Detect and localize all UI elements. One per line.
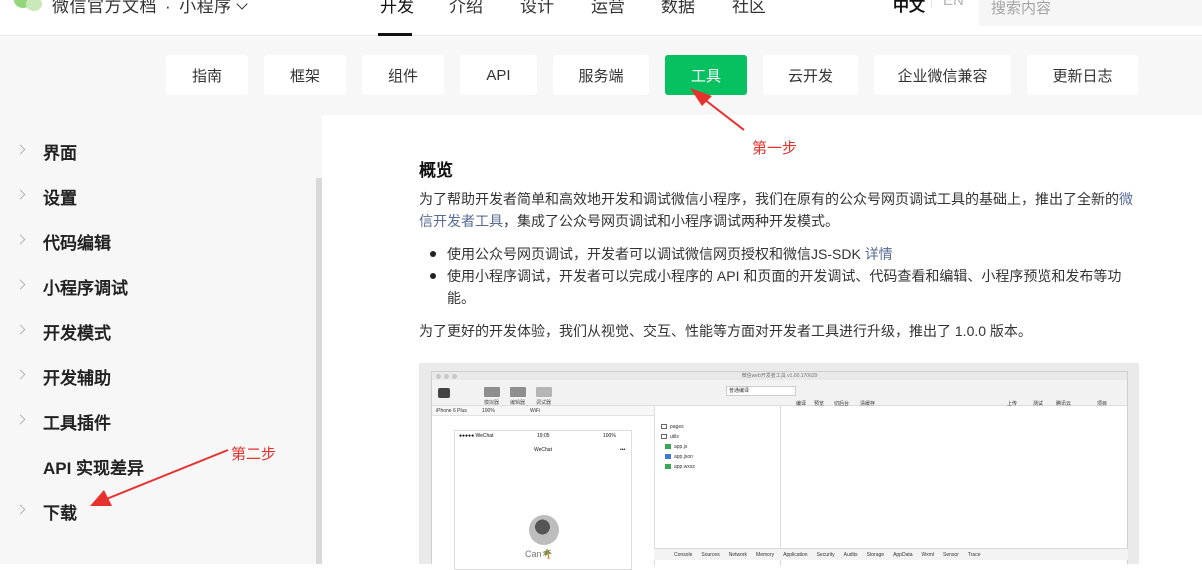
debugger-icon <box>536 387 552 397</box>
json-file-icon <box>665 454 671 460</box>
sidebar-item-label: 代码编辑 <box>43 233 111 253</box>
sidebar-item-dev-assist[interactable]: 开发辅助 <box>0 361 300 391</box>
tab-changelog[interactable]: 更新日志 <box>1027 55 1138 95</box>
lang-zh-link[interactable]: 中文 <box>893 0 925 16</box>
nav-item-dev[interactable]: 开发 <box>380 0 414 17</box>
folder-icon <box>661 434 667 440</box>
sidebar-item-label: 工具插件 <box>43 413 111 433</box>
search-input[interactable] <box>979 0 1202 26</box>
intro-paragraph: 为了帮助开发者简单和高效地开发和调试微信小程序，我们在原有的公众号网页调试工具的… <box>419 191 1133 229</box>
chevron-right-icon <box>15 324 26 335</box>
step1-label: 第一步 <box>752 140 798 157</box>
tab-cloud[interactable]: 云开发 <box>763 55 858 95</box>
tab-server[interactable]: 服务端 <box>553 55 649 95</box>
sidebar-item-download[interactable]: 下载 <box>0 496 300 526</box>
folder-icon <box>661 424 667 430</box>
tab-api[interactable]: API <box>460 55 537 95</box>
weixin-logo-icon[interactable] <box>10 0 44 14</box>
nav-item-data[interactable]: 数据 <box>661 0 695 17</box>
sidebar-item-label: 下载 <box>43 503 77 523</box>
nav-item-intro[interactable]: 介绍 <box>449 0 483 17</box>
tab-components[interactable]: 组件 <box>362 55 444 95</box>
sidebar-item-label: 开发模式 <box>43 323 111 343</box>
compile-mode-select: 普通编译 <box>726 386 796 396</box>
editor-icon <box>510 387 526 397</box>
sidebar-item-code-edit[interactable]: 代码编辑 <box>0 226 300 256</box>
file-item: pages <box>661 424 684 430</box>
chevron-right-icon <box>15 369 26 380</box>
tab-wework-compat[interactable]: 企业微信兼容 <box>874 55 1011 95</box>
file-item: app.wxss <box>665 464 695 470</box>
page-title: 概览 <box>419 161 453 180</box>
nav-item-operate[interactable]: 运营 <box>591 0 625 17</box>
window-minimize-icon <box>444 374 449 379</box>
sidebar-item-ui[interactable]: 界面 <box>0 136 300 166</box>
wxss-file-icon <box>665 464 671 470</box>
list-item: 使用小程序调试，开发者可以完成小程序的 API 和页面的开发调试、代码查看和编辑… <box>447 268 1122 306</box>
list-item: 使用公众号网页调试，开发者可以调试微信网页授权和微信JS-SDK 详情 <box>447 246 893 262</box>
devtools-tabbar: Console Sources Network Memory Application Se… <box>654 548 1128 560</box>
version-paragraph: 为了更好的开发体验，我们从视觉、交互、性能等方面对开发者工具进行升级，推出了 1… <box>419 323 1032 339</box>
chevron-right-icon <box>15 504 26 515</box>
file-tree-panel: pages utils app.js app.json app.wxss <box>654 406 781 566</box>
sidebar-item-plugins[interactable]: 工具插件 <box>0 406 300 436</box>
chevron-right-icon <box>15 279 26 290</box>
ide-window: 微信web开发者工具 v1.00.170629 模拟器 编辑器 调试器 普通编译… <box>431 371 1128 570</box>
avatar <box>529 515 559 545</box>
ide-toolbar: 模拟器 编辑器 调试器 普通编译 编译 预览 切后台 清缓存 上传 测试 腾讯云… <box>432 380 1127 407</box>
lang-divider <box>931 0 932 8</box>
window-close-icon <box>436 374 441 379</box>
js-file-icon <box>665 444 671 450</box>
lang-en-link[interactable]: EN <box>943 0 964 9</box>
tab-tools[interactable]: 工具 <box>665 55 747 95</box>
device-select-row: iPhone 6 Plus 100% WiFi <box>432 406 654 416</box>
sidebar-item-label: API 实现差异 <box>43 458 145 478</box>
sidebar-item-label: 设置 <box>43 188 77 208</box>
file-item: app.json <box>665 454 693 460</box>
sidebar-item-label: 小程序调试 <box>43 278 128 298</box>
bullet-dot <box>430 251 438 259</box>
ide-titlebar: 微信web开发者工具 v1.00.170629 <box>432 372 1127 380</box>
phone-simulator: ●●●●● WeChat 19:05 100% WeChat ••• Can🌴 <box>454 430 632 570</box>
tab-framework[interactable]: 框架 <box>264 55 346 95</box>
chevron-right-icon <box>15 189 26 200</box>
site-title[interactable]: 微信官方文档 · 小程序 <box>52 0 248 17</box>
sub-navbar: 指南 框架 组件 API 服务端 工具 云开发 企业微信兼容 更新日志 <box>0 37 1202 115</box>
step2-label: 第二步 <box>231 446 277 463</box>
active-nav-indicator <box>378 33 412 36</box>
details-link[interactable]: 详情 <box>865 246 893 262</box>
sidebar-item-label: 开发辅助 <box>43 368 111 388</box>
nav-item-design[interactable]: 设计 <box>520 0 554 17</box>
devtools-link[interactable]: 信开发者工具 <box>419 213 503 229</box>
sidebar-item-dev-mode[interactable]: 开发模式 <box>0 316 300 346</box>
project-avatar-icon <box>438 388 450 398</box>
sidebar-item-label: 界面 <box>43 143 77 163</box>
nav-item-community[interactable]: 社区 <box>732 0 766 17</box>
user-nickname: Can🌴 <box>525 549 553 559</box>
chevron-down-icon <box>236 0 248 10</box>
sidebar-item-settings[interactable]: 设置 <box>0 181 300 211</box>
devtools-link[interactable]: 微 <box>1119 191 1133 207</box>
top-navbar: 微信官方文档 · 小程序 开发 介绍 设计 运营 数据 社区 中文 EN <box>0 0 1202 36</box>
bullet-dot <box>430 273 438 281</box>
window-zoom-icon <box>452 374 457 379</box>
file-item: app.js <box>665 444 687 450</box>
file-item: utils <box>661 434 679 440</box>
sidebar-item-debug[interactable]: 小程序调试 <box>0 271 300 301</box>
tab-guide[interactable]: 指南 <box>166 55 248 95</box>
chevron-right-icon <box>15 144 26 155</box>
chevron-right-icon <box>15 234 26 245</box>
simulator-icon <box>484 387 500 397</box>
chevron-right-icon <box>15 414 26 425</box>
